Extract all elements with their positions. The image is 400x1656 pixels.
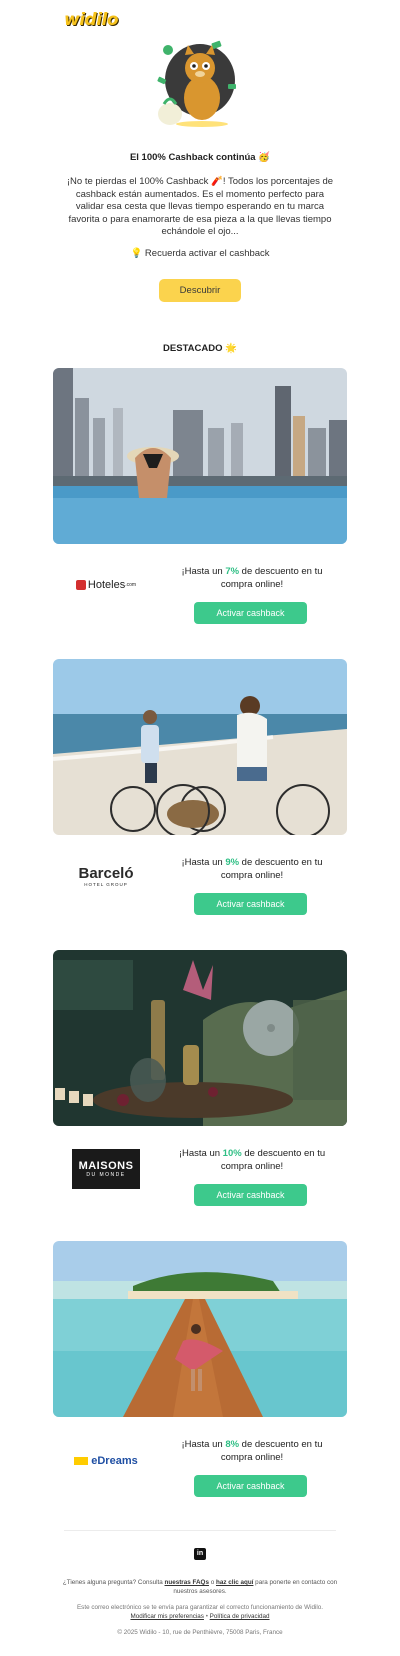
offer-image-edreams[interactable] (53, 1241, 347, 1417)
hoteles-icon (75, 580, 86, 590)
offer-percent: 10% (222, 1148, 242, 1159)
offer-text: ¡Hasta un 7% de descuento en tu compra o… (181, 566, 323, 590)
cashback-reminder: 💡 Recuerda activar el cashback (130, 248, 270, 259)
offer-percent: 7% (225, 566, 240, 577)
linkedin-icon[interactable]: in (194, 1548, 206, 1560)
offer-text: ¡Hasta un 9% de descuento en tu compra o… (181, 857, 323, 881)
brand-subtitle: DU MONDE (86, 1172, 126, 1178)
offer-percent: 8% (225, 1439, 240, 1450)
activate-cashback-button[interactable]: Activar cashback (194, 602, 307, 624)
mascot-illustration (150, 40, 250, 130)
edreams-icon (74, 1457, 89, 1465)
brand-name: eDreams (91, 1455, 138, 1467)
activate-cashback-button[interactable]: Activar cashback (194, 1184, 307, 1206)
brand-name: MAISONS (78, 1160, 134, 1172)
activate-cashback-button[interactable]: Activar cashback (194, 893, 307, 915)
brand-name: Hoteles (87, 579, 126, 591)
footer-help-text: ¿Tienes alguna pregunta? Consulta nuestr… (62, 1579, 338, 1595)
offer-image-barcelo[interactable] (53, 659, 347, 835)
offer-image-maisons[interactable] (53, 950, 347, 1126)
intro-body: ¡No te pierdas el 100% Cashback 🧨! Todos… (66, 176, 334, 237)
offer-text: ¡Hasta un 8% de descuento en tu compra o… (181, 1439, 323, 1463)
faq-link[interactable]: nuestras FAQs (165, 1579, 209, 1586)
offer-text: ¡Hasta un 10% de descuento en tu compra … (178, 1148, 326, 1172)
intro-title: El 100% Cashback continúa 🥳 (129, 152, 271, 163)
brand-logo-barcelo[interactable]: Barceló HOTEL GROUP (60, 853, 152, 899)
offer-percent: 9% (225, 857, 240, 868)
brand-suffix: .com (125, 582, 137, 588)
widilo-logo[interactable]: widilo (64, 10, 119, 32)
contact-link[interactable]: haz clic aquí (216, 1579, 253, 1586)
footer-divider (64, 1530, 336, 1531)
privacy-link[interactable]: Política de privacidad (210, 1613, 270, 1620)
brand-logo-edreams[interactable]: eDreams (60, 1438, 152, 1484)
brand-subtitle: HOTEL GROUP (84, 882, 128, 887)
footer-notice: Este correo electrónico se te envía para… (76, 1604, 324, 1620)
activate-cashback-button[interactable]: Activar cashback (194, 1475, 307, 1497)
brand-logo-hoteles[interactable]: Hoteles .com (60, 562, 152, 608)
footer-copyright: © 2025 Widilo - 10, rue de Penthièvre, 7… (117, 1629, 283, 1636)
featured-title: DESTACADO 🌟 (163, 343, 237, 354)
brand-logo-maisons[interactable]: MAISONS DU MONDE (60, 1146, 152, 1192)
discover-button[interactable]: Descubrir (159, 279, 241, 302)
preferences-link[interactable]: Modificar mis preferencias (130, 1613, 204, 1620)
brand-name: Barceló (78, 865, 134, 882)
offer-image-hoteles[interactable] (53, 368, 347, 544)
